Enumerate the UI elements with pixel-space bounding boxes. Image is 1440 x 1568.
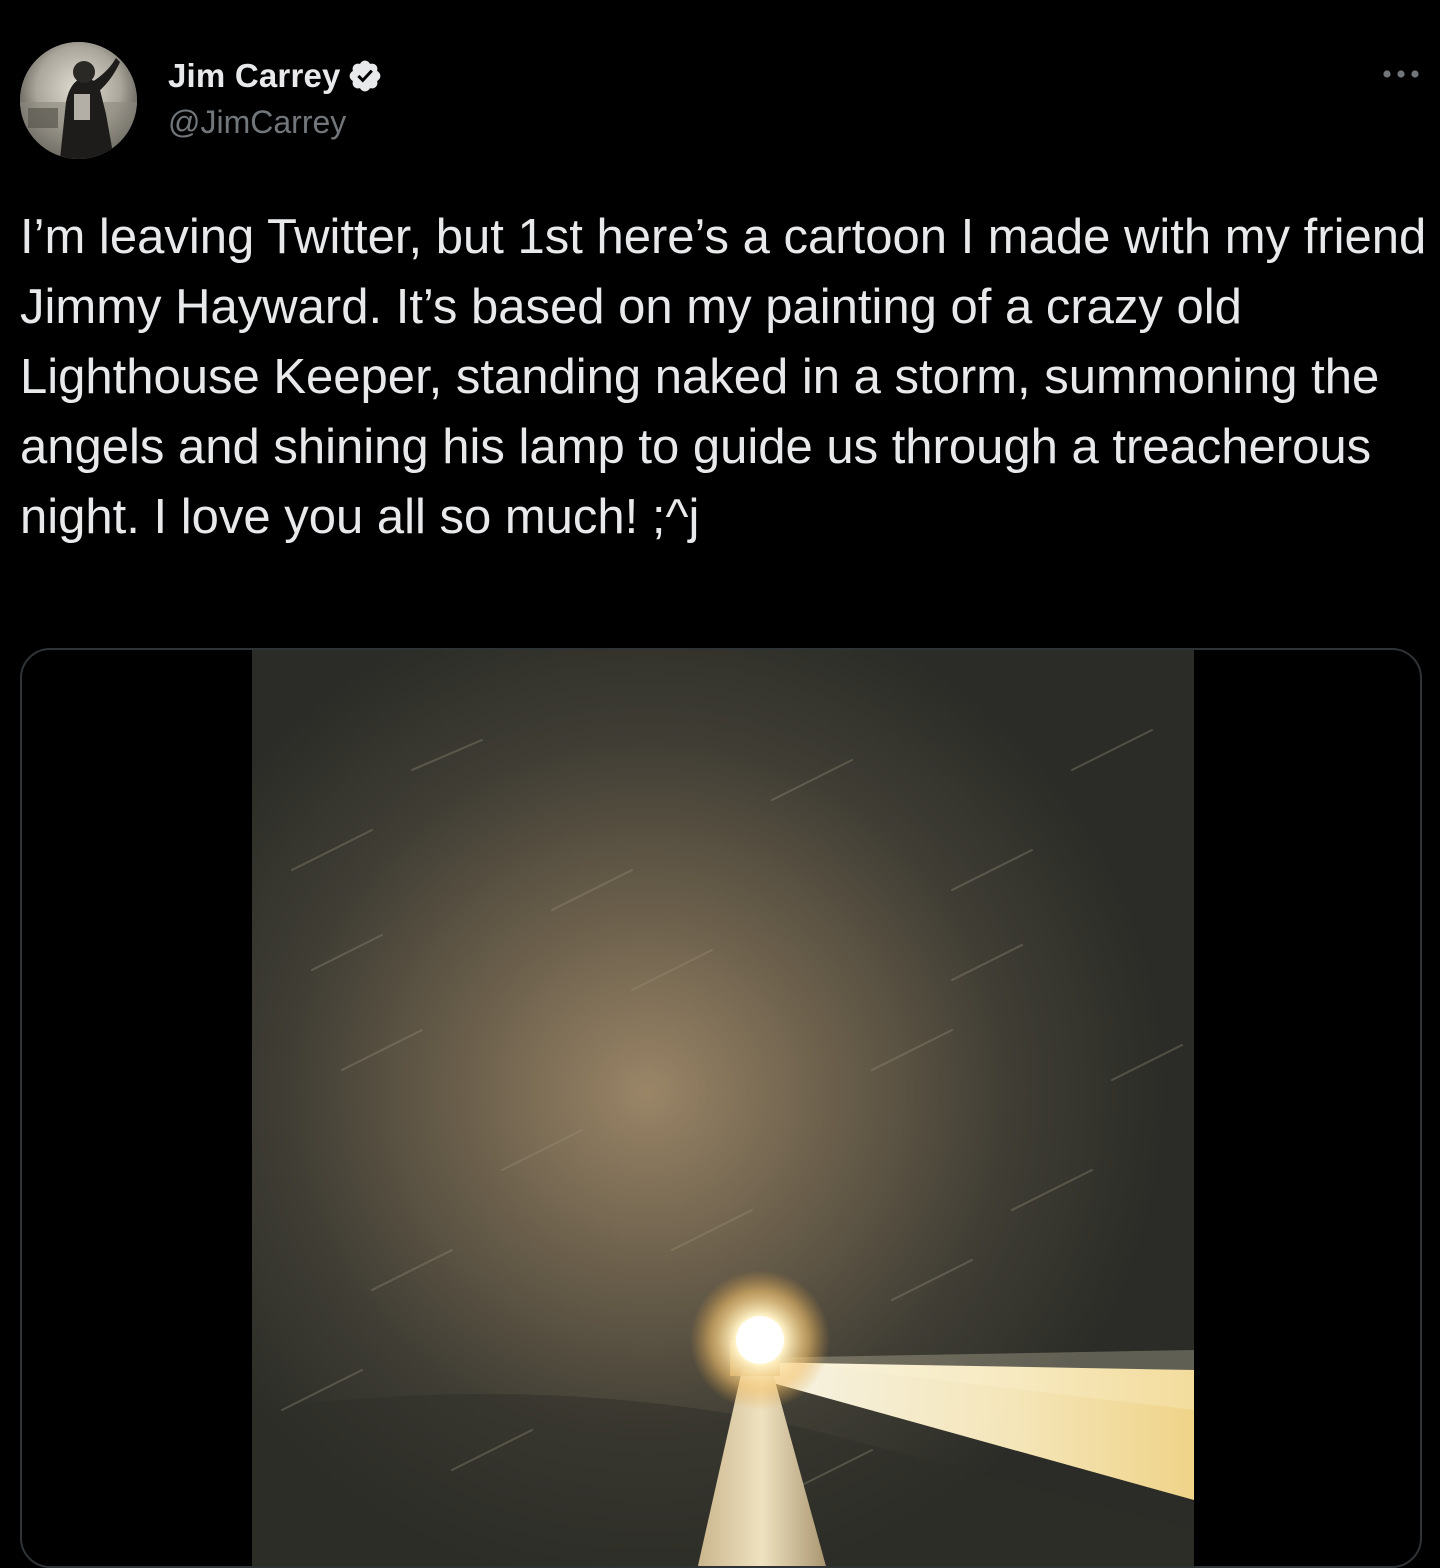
author-handle[interactable]: @JimCarrey — [168, 104, 346, 141]
author-name-row: Jim Carrey — [168, 54, 383, 98]
author-avatar[interactable] — [20, 42, 137, 159]
video-thumbnail — [252, 650, 1194, 1566]
author-display-name[interactable]: Jim Carrey — [168, 57, 341, 95]
verified-badge-icon — [347, 58, 383, 94]
avatar-photo-icon — [20, 42, 137, 159]
more-options-icon — [1383, 70, 1419, 78]
lighthouse-scene-icon — [252, 650, 1194, 1566]
more-options-button[interactable] — [1376, 56, 1426, 92]
tweet-media-video[interactable] — [20, 648, 1422, 1568]
tweet: Jim Carrey @JimCarrey I’m leaving Twitte… — [0, 0, 1440, 1568]
tweet-text: I’m leaving Twitter, but 1st here’s a ca… — [20, 210, 1440, 544]
